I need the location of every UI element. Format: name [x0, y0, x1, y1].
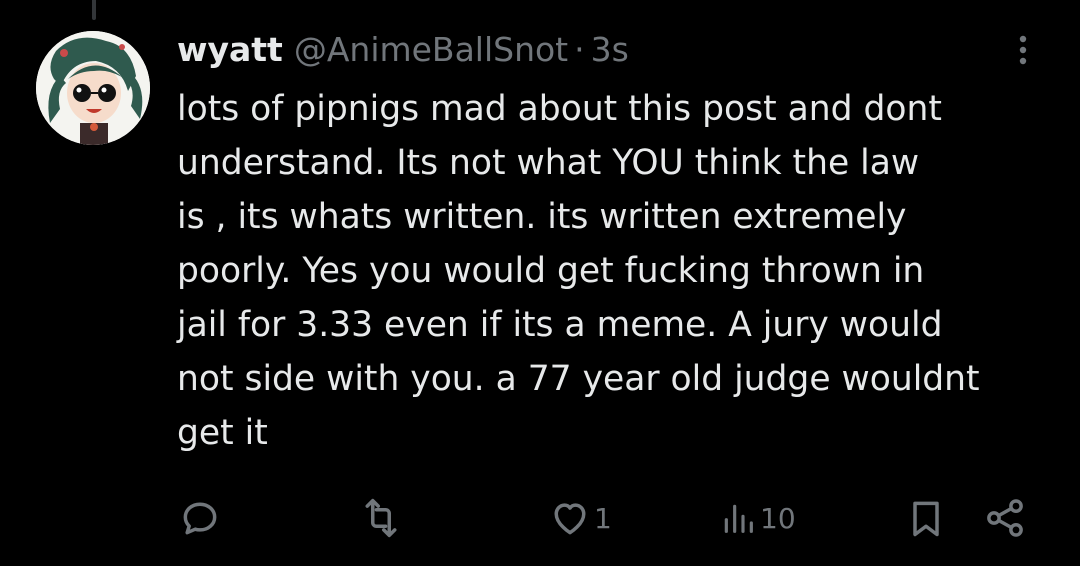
avatar-illustration-icon — [36, 31, 150, 145]
thread-connector-line — [92, 0, 96, 20]
tweet-action-bar: 1 10 — [0, 490, 1080, 546]
author-handle[interactable]: @AnimeBallSnot — [294, 30, 568, 69]
views-count: 10 — [760, 501, 796, 535]
reply-button[interactable] — [178, 490, 224, 546]
tweet-timestamp[interactable]: 3s — [591, 30, 629, 69]
views-button[interactable]: 10 — [718, 490, 796, 546]
bookmark-icon — [913, 501, 939, 537]
share-icon — [987, 499, 1023, 537]
repost-button[interactable] — [358, 490, 406, 546]
reply-icon — [183, 502, 217, 535]
bookmark-button[interactable] — [904, 490, 948, 546]
more-vertical-icon — [1019, 35, 1027, 65]
like-count: 1 — [594, 501, 612, 535]
tweet-header: wyatt @AnimeBallSnot · 3s — [177, 26, 629, 72]
tweet-body-text: lots of pipnigs mad about this post and … — [177, 89, 980, 453]
views-chart-icon — [724, 504, 753, 533]
heart-icon — [554, 503, 586, 535]
header-separator: · — [574, 29, 585, 69]
more-options-button[interactable] — [1006, 30, 1040, 70]
avatar[interactable] — [36, 31, 150, 145]
like-button[interactable]: 1 — [548, 490, 612, 546]
share-button[interactable] — [982, 490, 1028, 546]
repost-icon — [365, 498, 397, 538]
author-display-name[interactable]: wyatt — [177, 30, 283, 69]
